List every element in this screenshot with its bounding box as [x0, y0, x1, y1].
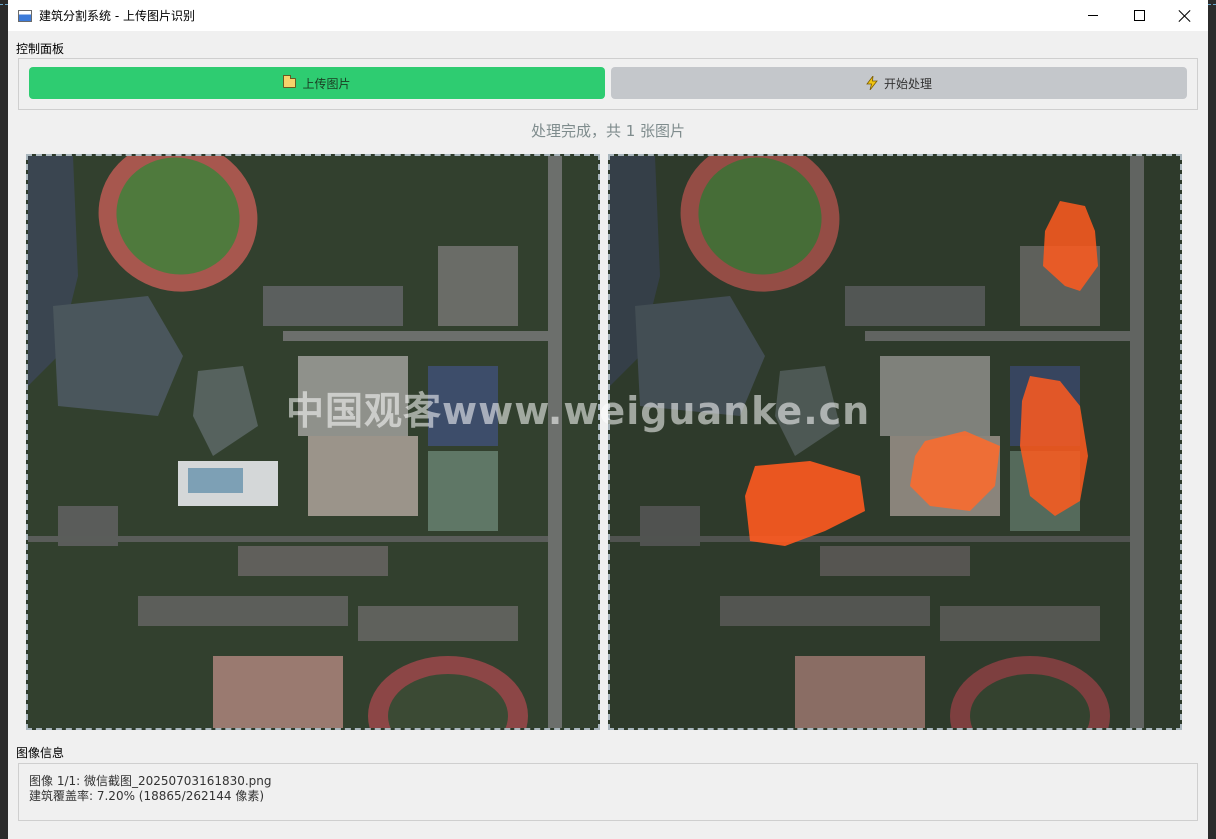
status-text: 处理完成，共 1 张图片: [530, 122, 686, 140]
segmented-satellite-image: [610, 156, 1180, 728]
close-button[interactable]: [1162, 0, 1208, 31]
control-panel-label: 控制面板: [16, 42, 65, 56]
minimize-button[interactable]: [1070, 0, 1116, 31]
start-processing-button[interactable]: 开始处理: [611, 67, 1187, 99]
title-bar[interactable]: 建筑分割系统 - 上传图片识别: [8, 0, 1208, 31]
lightning-icon: [866, 76, 878, 90]
folder-icon: [283, 75, 297, 88]
app-window-icon: [18, 9, 32, 22]
app-window: 建筑分割系统 - 上传图片识别 控制面板 上传图片 开始处理 处理完成，共 1 …: [8, 0, 1208, 839]
maximize-button[interactable]: [1116, 0, 1162, 31]
upload-button-label: 上传图片: [302, 76, 351, 91]
window-title: 建筑分割系统 - 上传图片识别: [39, 9, 195, 23]
image-info-panel: 图像 1/1: 微信截图_20250703161830.png 建筑覆盖率: 7…: [18, 763, 1198, 821]
close-icon: [1179, 10, 1191, 22]
minimize-icon: [1088, 15, 1098, 16]
original-satellite-image: [28, 156, 598, 728]
control-panel: 上传图片 开始处理: [18, 58, 1198, 110]
image-info-coverage: 建筑覆盖率: 7.20% (18865/262144 像素): [29, 789, 264, 803]
segmented-image-panel: [608, 154, 1182, 730]
image-info-filename: 图像 1/1: 微信截图_20250703161830.png: [29, 774, 272, 788]
image-info-label: 图像信息: [16, 746, 65, 760]
process-button-label: 开始处理: [883, 76, 932, 91]
upload-image-button[interactable]: 上传图片: [29, 67, 605, 99]
maximize-icon: [1133, 10, 1145, 21]
original-image-panel: [26, 154, 600, 730]
watermark-text: 中国观客www.weiguanke.cn: [286, 389, 871, 433]
